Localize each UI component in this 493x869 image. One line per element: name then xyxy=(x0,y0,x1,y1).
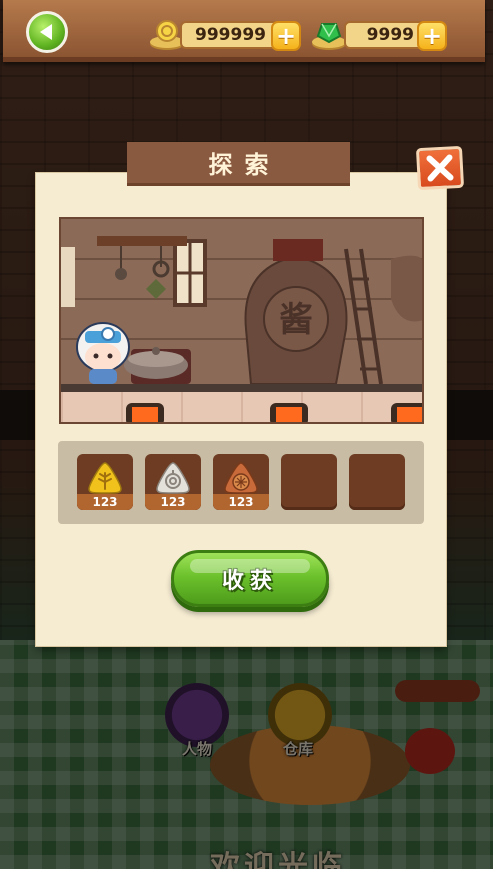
reward-count: 123 xyxy=(213,494,269,510)
close-button[interactable] xyxy=(415,145,465,191)
reward-slot-empty xyxy=(281,454,337,510)
add-coins-button[interactable]: + xyxy=(271,21,301,51)
wheat-gem-icon xyxy=(88,462,122,494)
shell-gem-icon xyxy=(156,462,190,494)
scene-sign-text: 酱 xyxy=(279,300,313,340)
back-arrow-icon xyxy=(39,24,52,40)
kitchen-illustration: 酱 xyxy=(61,219,422,422)
cookie-gem-icon xyxy=(224,462,258,494)
explore-scene-image: 酱 xyxy=(59,217,424,424)
reward-slot-cookie[interactable]: 123 xyxy=(213,454,269,510)
dialog-title: 探索 xyxy=(127,142,350,186)
reward-slot-shell[interactable]: 123 xyxy=(145,454,201,510)
reward-count: 123 xyxy=(77,494,133,510)
back-button[interactable] xyxy=(26,11,68,53)
reward-count: 123 xyxy=(145,494,201,510)
add-gems-button[interactable]: + xyxy=(417,21,447,51)
close-icon xyxy=(426,154,454,182)
green-gem-icon xyxy=(312,23,346,50)
collect-button[interactable]: 收获 xyxy=(171,550,329,607)
reward-slot-empty xyxy=(349,454,405,510)
reward-slot-wheat[interactable]: 123 xyxy=(77,454,133,510)
